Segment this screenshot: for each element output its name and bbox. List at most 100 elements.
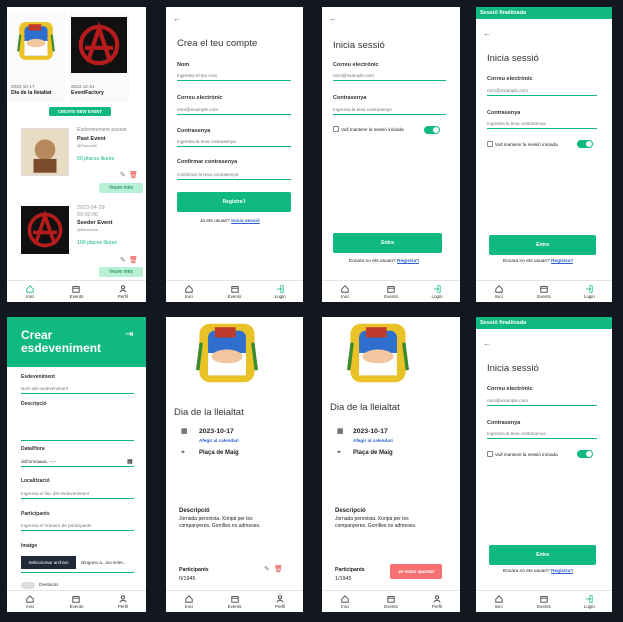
nav-home[interactable]: Inici [476,591,521,612]
nav-home[interactable]: Inici [166,281,212,302]
nav-profile-label: Perfil [117,293,128,299]
name-input[interactable]: Ingressa el teu nom [177,73,291,81]
back-arrow-icon[interactable]: ← [173,14,181,23]
file-select-button[interactable]: Seleccionar archivo [21,556,76,569]
location-input[interactable]: Ingressa el lloc del esdeveniment [21,491,134,499]
logout-icon[interactable]: ⇥ [125,329,133,340]
nav-profile[interactable]: Perfil [257,591,303,612]
see-more-button[interactable]: Veure més [99,183,143,193]
enter-button[interactable]: Entra [489,545,596,565]
email-input[interactable]: nom@example.com [333,73,446,81]
add-to-calendar-link[interactable]: Afegir al calendari [353,438,393,443]
email-input[interactable]: nom@example.com [177,107,291,115]
event-list-item-2[interactable]: 2023-04-29 00:00:00 Seeder Event @Barcel… [17,201,143,277]
nav-events[interactable]: Events [53,591,99,612]
participants-input[interactable]: Ingressa el número de participants [21,523,134,531]
edit-icon[interactable]: ✎ [120,171,126,179]
nav-home[interactable]: Inici [322,281,368,302]
user-icon [433,594,441,602]
nav-events[interactable]: Events [212,281,258,302]
session-ended-banner: Sessió finalitzada [476,317,612,329]
delete-icon[interactable]: 🗑 [129,171,138,179]
remember-checkbox[interactable] [333,126,339,132]
email-label: Correu electrònic [487,76,533,82]
page-title: Crear esdeveniment [21,328,102,356]
nav-profile[interactable]: Perfil [414,591,460,612]
nav-login[interactable]: Login [567,591,612,612]
password-input[interactable]: Ingressa la teva contrasenya [487,431,597,439]
remember-checkbox[interactable] [487,141,493,147]
delete-icon[interactable]: 🗑 [129,256,138,264]
confirm-password-input[interactable]: Confirmar la teva contrasenya [177,172,291,180]
nav-login[interactable]: Login [414,281,460,302]
description-textarea[interactable] [21,409,134,441]
remember-toggle[interactable] [424,126,440,134]
nav-events[interactable]: Events [368,591,414,612]
nav-home[interactable]: Inici [476,281,521,302]
event-place: Plaça de Maig [199,450,239,456]
nav-login-label: Login [583,293,595,299]
nav-events[interactable]: Events [53,281,99,302]
create-event-button[interactable]: CREATE NEW EVENT [49,107,111,116]
nav-profile[interactable]: Perfil [100,281,146,302]
nav-login[interactable]: Login [567,281,612,302]
back-arrow-icon[interactable]: ← [483,29,491,38]
enter-button[interactable]: Entra [333,233,442,253]
nav-events[interactable]: Events [521,591,566,612]
password-input[interactable]: Ingressa la teva contrasenya [177,139,291,147]
nav-home[interactable]: Inici [166,591,212,612]
register-link[interactable]: Registra't [397,259,419,264]
calendar-picker-icon[interactable]: ▦ [127,458,133,465]
email-input[interactable]: nom@example.com [487,398,597,406]
delete-icon[interactable]: 🗑 [274,565,283,573]
session-ended-banner: Sessió finalitzada [476,7,612,19]
register-button[interactable]: Registra't [177,192,291,212]
participants-label: Participants [21,511,50,517]
event-card-1[interactable]: 2023-10-17 Dia de la lleialtat [7,12,65,102]
image-label: Imatge [21,543,38,549]
nav-home[interactable]: Inici [7,281,53,302]
nav-events[interactable]: Events [212,591,258,612]
nav-login-label: Login [274,293,286,299]
event-card-2-date: 2023-12-31 [71,84,95,89]
password-input[interactable]: Ingressa la teva contrasenya [487,121,597,129]
enter-button[interactable]: Entra [489,235,596,255]
back-arrow-icon[interactable]: ← [329,14,337,23]
bottom-nav: Inici Events Login [322,280,460,302]
event-organizer: @Factoria5 [77,144,97,148]
nav-events-label: Events [69,293,84,299]
login-link[interactable]: Inicia sessió [231,219,260,224]
datetime-input[interactable]: dd/mm/aaaa, --:-- [21,459,134,467]
nav-events-label: Events [227,603,242,609]
remember-checkbox[interactable] [487,451,493,457]
nav-home[interactable]: Inici [322,591,368,612]
event-card-2[interactable]: 2023-12-31 EventFactory [69,12,129,102]
email-input[interactable]: nom@example.com [487,88,597,96]
register-link[interactable]: Registra't [551,259,573,264]
nav-events[interactable]: Events [368,281,414,302]
event-name-label: Esdeveniment [21,374,55,380]
nav-login[interactable]: Login [257,281,303,302]
back-arrow-icon[interactable]: ← [483,339,491,348]
remember-label: Vull mantenir la sessió iniciada [495,142,558,147]
password-input[interactable]: Ingressa la teva contrasenya [333,107,446,115]
edit-icon[interactable]: ✎ [264,565,270,573]
nav-events[interactable]: Events [521,281,566,302]
event-list-item-1[interactable]: Esdeveniment passat Past Event @Factoria… [17,123,143,199]
nav-profile[interactable]: Perfil [100,591,146,612]
nav-home[interactable]: Inici [7,591,53,612]
edit-icon[interactable]: ✎ [120,256,126,264]
event-place: Plaça de Maig [353,450,393,456]
event-description: Jornada peronista. Xoripà per les compan… [335,516,417,530]
add-to-calendar-link[interactable]: Afegir al calendari [199,438,239,443]
event-name-input[interactable]: Nom del esdeveniment [21,386,134,394]
register-link[interactable]: Registra't [551,569,573,574]
screen-create-event: Crear esdeveniment ⇥ Esdeveniment Nom de… [7,317,146,612]
featured-toggle[interactable] [21,582,35,589]
remember-toggle[interactable] [577,140,593,148]
see-more-button[interactable]: Veure més [99,267,143,277]
description-label: Descripció [179,508,210,514]
remember-toggle[interactable] [577,450,593,458]
home-icon [495,284,503,293]
joined-button[interactable]: Je estas apuntat [390,564,442,579]
